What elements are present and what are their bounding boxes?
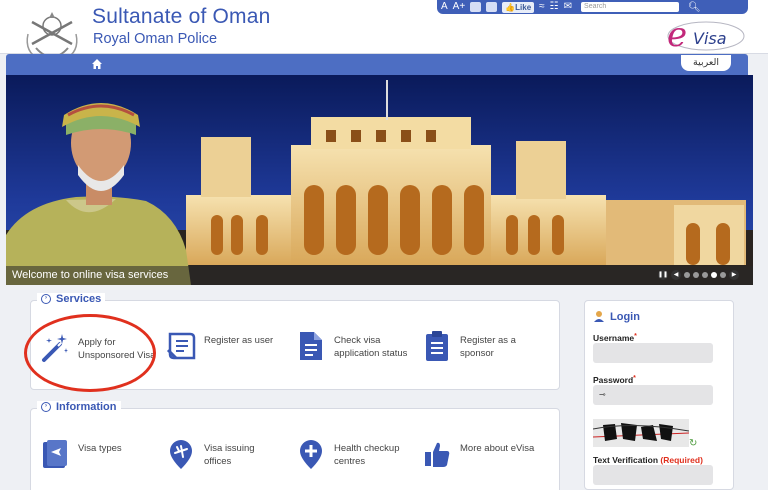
password-label: Password*	[593, 375, 636, 385]
pause-button[interactable]: ❚❚	[658, 270, 668, 280]
refresh-captcha-icon[interactable]: ↻	[689, 438, 697, 449]
search-input[interactable]: Search	[581, 2, 680, 12]
hero-caption-bar: Welcome to online visa services ❚❚ ◀ ▶	[6, 266, 753, 285]
required-text: (Required)	[660, 455, 703, 465]
chevron-right-icon: ›	[41, 294, 51, 304]
captcha-image	[593, 419, 689, 447]
site-subtitle: Royal Oman Police	[93, 31, 218, 47]
login-panel: Login Username* Password* ⊸ Text Verific…	[584, 300, 734, 490]
slider-controls: ❚❚ ◀ ▶	[658, 270, 739, 280]
service-label: Register as user	[204, 335, 274, 346]
email-icon[interactable]: ✉	[564, 1, 572, 13]
text-verification-label: Text Verification (Required)	[593, 455, 703, 465]
register-form-icon	[166, 332, 196, 360]
share-icon[interactable]	[486, 2, 498, 12]
slide-dot-active[interactable]	[711, 272, 717, 278]
key-icon: ⊸	[599, 390, 606, 399]
top-toolbar: A A+ 👍Like ≈ ☷ ✉ Search 🔍︎	[437, 0, 748, 14]
previous-slide-button[interactable]: ◀	[671, 270, 681, 280]
font-increase-button[interactable]: A+	[453, 1, 466, 13]
clipboard-icon	[426, 331, 448, 361]
service-check-application-status[interactable]: Check visa application status	[296, 330, 414, 362]
slide-dot[interactable]	[702, 272, 708, 278]
service-register-sponsor[interactable]: Register as a sponsor	[422, 330, 540, 362]
like-label: Like	[515, 2, 532, 12]
required-asterisk: *	[634, 333, 637, 340]
next-slide-button[interactable]: ▶	[729, 270, 739, 280]
info-more-about-evisa[interactable]: More about eVisa	[422, 438, 540, 470]
medical-cross-pin-icon	[300, 440, 322, 469]
chevron-right-icon: ›	[41, 402, 51, 412]
information-legend: › Information	[37, 401, 121, 413]
search-icon[interactable]: 🔍︎	[688, 2, 701, 13]
services-heading: Services	[56, 293, 102, 305]
rss-icon[interactable]: ≈	[539, 1, 545, 13]
font-decrease-button[interactable]: A	[441, 1, 448, 13]
login-header: Login	[593, 310, 640, 323]
hero-caption-text: Welcome to online visa services	[12, 269, 169, 281]
service-label: Check visa application status	[334, 335, 408, 359]
information-heading: Information	[56, 401, 117, 413]
info-visa-types[interactable]: Visa types	[40, 438, 158, 470]
site-header: Sultanate of Oman Royal Oman Police A A+…	[0, 0, 768, 64]
hero-slider: Welcome to online visa services ❚❚ ◀ ▶	[6, 75, 753, 285]
username-label: Username*	[593, 333, 637, 343]
arabic-language-link[interactable]: العربية	[681, 55, 731, 71]
twitter-icon[interactable]	[470, 2, 482, 12]
info-visa-issuing-offices[interactable]: Visa issuing offices	[166, 438, 284, 470]
info-label: Visa issuing offices	[204, 443, 255, 467]
slide-dot[interactable]	[693, 272, 699, 278]
verification-input[interactable]	[593, 465, 713, 485]
info-label: Visa types	[78, 443, 122, 454]
airplane-pin-icon	[170, 440, 192, 469]
main-navbar	[6, 54, 748, 75]
svg-text:e: e	[667, 16, 687, 52]
passport-icon	[43, 440, 67, 468]
evisa-logo[interactable]: e Visa	[665, 16, 747, 52]
info-health-checkup-centres[interactable]: Health checkup centres	[296, 438, 414, 470]
password-input[interactable]: ⊸	[593, 385, 713, 405]
svg-text:Visa: Visa	[693, 29, 727, 48]
facebook-like-button[interactable]: 👍Like	[502, 1, 535, 13]
site-title: Sultanate of Oman	[92, 5, 271, 28]
highlight-circle-annotation	[24, 314, 156, 392]
services-legend: › Services	[37, 293, 106, 305]
thumbs-up-icon	[425, 442, 450, 467]
user-key-icon	[594, 311, 604, 322]
document-icon	[300, 332, 322, 360]
slide-dot[interactable]	[720, 272, 726, 278]
required-asterisk: *	[633, 375, 636, 382]
login-title: Login	[610, 310, 640, 323]
info-label: Health checkup centres	[334, 443, 400, 467]
username-input[interactable]	[593, 343, 713, 363]
info-label: More about eVisa	[460, 443, 535, 454]
service-label: Register as a sponsor	[460, 335, 516, 359]
hero-image	[6, 75, 753, 285]
service-register-user[interactable]: Register as user	[166, 330, 284, 362]
home-icon[interactable]	[91, 58, 103, 70]
slide-dot[interactable]	[684, 272, 690, 278]
sitemap-icon[interactable]: ☷	[550, 1, 559, 13]
